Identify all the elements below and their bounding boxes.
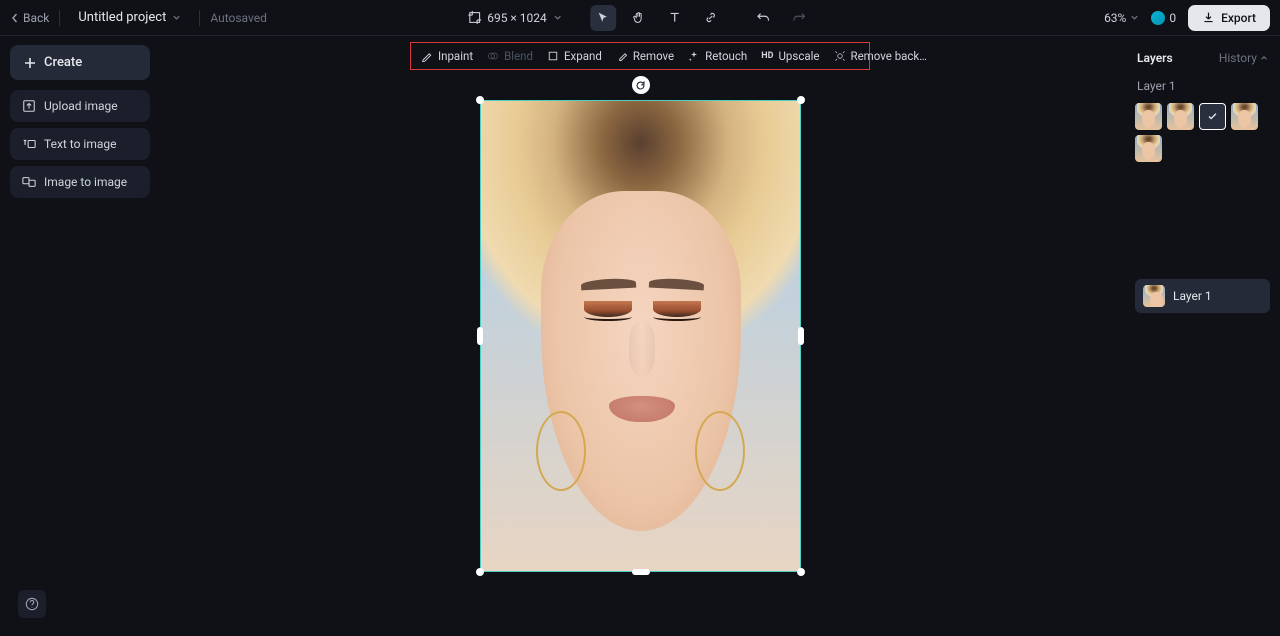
back-label: Back [23, 11, 49, 25]
create-label: Create [44, 55, 82, 70]
variant-thumbnails [1135, 101, 1270, 164]
upload-image-label: Upload image [44, 99, 118, 113]
inpaint-button[interactable]: Inpaint [421, 49, 473, 63]
inpaint-label: Inpaint [438, 49, 473, 63]
zoom-dropdown[interactable]: 63% [1104, 11, 1139, 25]
divider [59, 10, 60, 26]
history-label: History [1219, 51, 1257, 65]
variant-thumb-4[interactable] [1231, 103, 1258, 130]
cursor-tool[interactable] [590, 5, 616, 31]
resize-handle-br[interactable] [797, 568, 805, 576]
blend-button: Blend [487, 49, 533, 63]
retouch-icon [688, 50, 700, 62]
text-tool[interactable] [662, 5, 688, 31]
chevron-up-icon [1260, 54, 1268, 62]
redo-button[interactable] [786, 5, 812, 31]
undo-button[interactable] [750, 5, 776, 31]
cursor-icon [596, 11, 609, 24]
divider [199, 10, 200, 26]
upscale-button[interactable]: HD Upscale [761, 49, 819, 63]
text-to-image-label: Text to image [44, 137, 117, 151]
variant-thumb-5[interactable] [1135, 135, 1162, 162]
retouch-button[interactable]: Retouch [688, 49, 747, 63]
retouch-label: Retouch [705, 49, 747, 63]
upload-image-button[interactable]: Upload image [10, 90, 150, 122]
variant-thumb-3-selected[interactable] [1199, 103, 1226, 130]
remove-label: Remove [633, 49, 674, 63]
back-button[interactable]: Back [10, 11, 49, 25]
pan-tool[interactable] [626, 5, 652, 31]
export-button[interactable]: Export [1188, 5, 1270, 31]
credits-icon [1151, 11, 1165, 25]
history-tab[interactable]: History [1219, 51, 1268, 65]
text-icon [668, 11, 681, 24]
chevron-left-icon [10, 13, 20, 23]
image-to-image-button[interactable]: Image to image [10, 166, 150, 198]
dimensions-text: 695 × 1024 [487, 11, 547, 25]
plus-icon [24, 57, 36, 69]
resize-handle-tr[interactable] [797, 96, 805, 104]
link-tool[interactable] [698, 5, 724, 31]
eraser-icon [616, 50, 628, 62]
rotate-handle[interactable] [632, 76, 650, 94]
text-to-image-button[interactable]: Text to image [10, 128, 150, 160]
crop-icon [468, 11, 481, 24]
help-button[interactable] [18, 590, 46, 618]
credits-value: 0 [1169, 11, 1176, 25]
expand-label: Expand [564, 49, 602, 63]
create-button[interactable]: Create [10, 45, 150, 80]
blend-icon [487, 50, 499, 62]
canvas-image[interactable] [480, 100, 801, 572]
expand-button[interactable]: Expand [547, 49, 602, 63]
inpaint-icon [421, 50, 433, 62]
redo-icon [792, 11, 806, 25]
resize-handle-tl[interactable] [476, 96, 484, 104]
resize-handle-bl[interactable] [476, 568, 484, 576]
hand-icon [632, 11, 645, 24]
rotate-icon [635, 80, 646, 91]
layer-row-label: Layer 1 [1173, 289, 1212, 303]
credits-badge[interactable]: 0 [1151, 11, 1176, 25]
upscale-label: Upscale [778, 49, 819, 63]
download-icon [1202, 11, 1215, 24]
remove-bg-label: Remove back… [851, 49, 927, 63]
remove-button[interactable]: Remove [616, 49, 674, 63]
resize-handle-mr[interactable] [798, 327, 804, 345]
hd-icon: HD [761, 51, 773, 61]
layer-thumb [1143, 285, 1165, 307]
layer-row-1[interactable]: Layer 1 [1135, 279, 1270, 313]
chevron-down-icon [1130, 13, 1139, 22]
edit-toolbar: Inpaint Blend Expand Remove Retouch HD U… [410, 42, 870, 70]
variant-thumb-2[interactable] [1167, 103, 1194, 130]
layers-tab[interactable]: Layers [1137, 51, 1173, 65]
canvas-dimensions-dropdown[interactable]: 695 × 1024 [468, 11, 562, 25]
zoom-text: 63% [1104, 11, 1126, 25]
blend-label: Blend [504, 49, 533, 63]
canvas-selection[interactable] [480, 100, 801, 572]
portrait-image [481, 101, 800, 571]
expand-icon [547, 50, 559, 62]
check-icon [1207, 111, 1218, 122]
export-label: Export [1221, 11, 1256, 25]
link-icon [704, 11, 717, 24]
chevron-down-icon [172, 13, 181, 22]
upload-icon [22, 99, 36, 113]
resize-handle-mb[interactable] [632, 569, 650, 575]
remove-bg-icon [834, 50, 846, 62]
chevron-down-icon [553, 13, 562, 22]
resize-handle-ml[interactable] [477, 327, 483, 345]
image-to-image-label: Image to image [44, 175, 127, 189]
image-to-image-icon [22, 175, 36, 189]
remove-background-button[interactable]: Remove back… [834, 49, 927, 63]
project-title-dropdown[interactable]: Untitled project [70, 10, 189, 25]
project-title-text: Untitled project [78, 10, 166, 25]
variant-thumb-1[interactable] [1135, 103, 1162, 130]
layer-name: Layer 1 [1135, 71, 1270, 101]
text-to-image-icon [22, 137, 36, 151]
help-icon [25, 597, 39, 611]
undo-icon [756, 11, 770, 25]
autosaved-status: Autosaved [210, 11, 267, 25]
